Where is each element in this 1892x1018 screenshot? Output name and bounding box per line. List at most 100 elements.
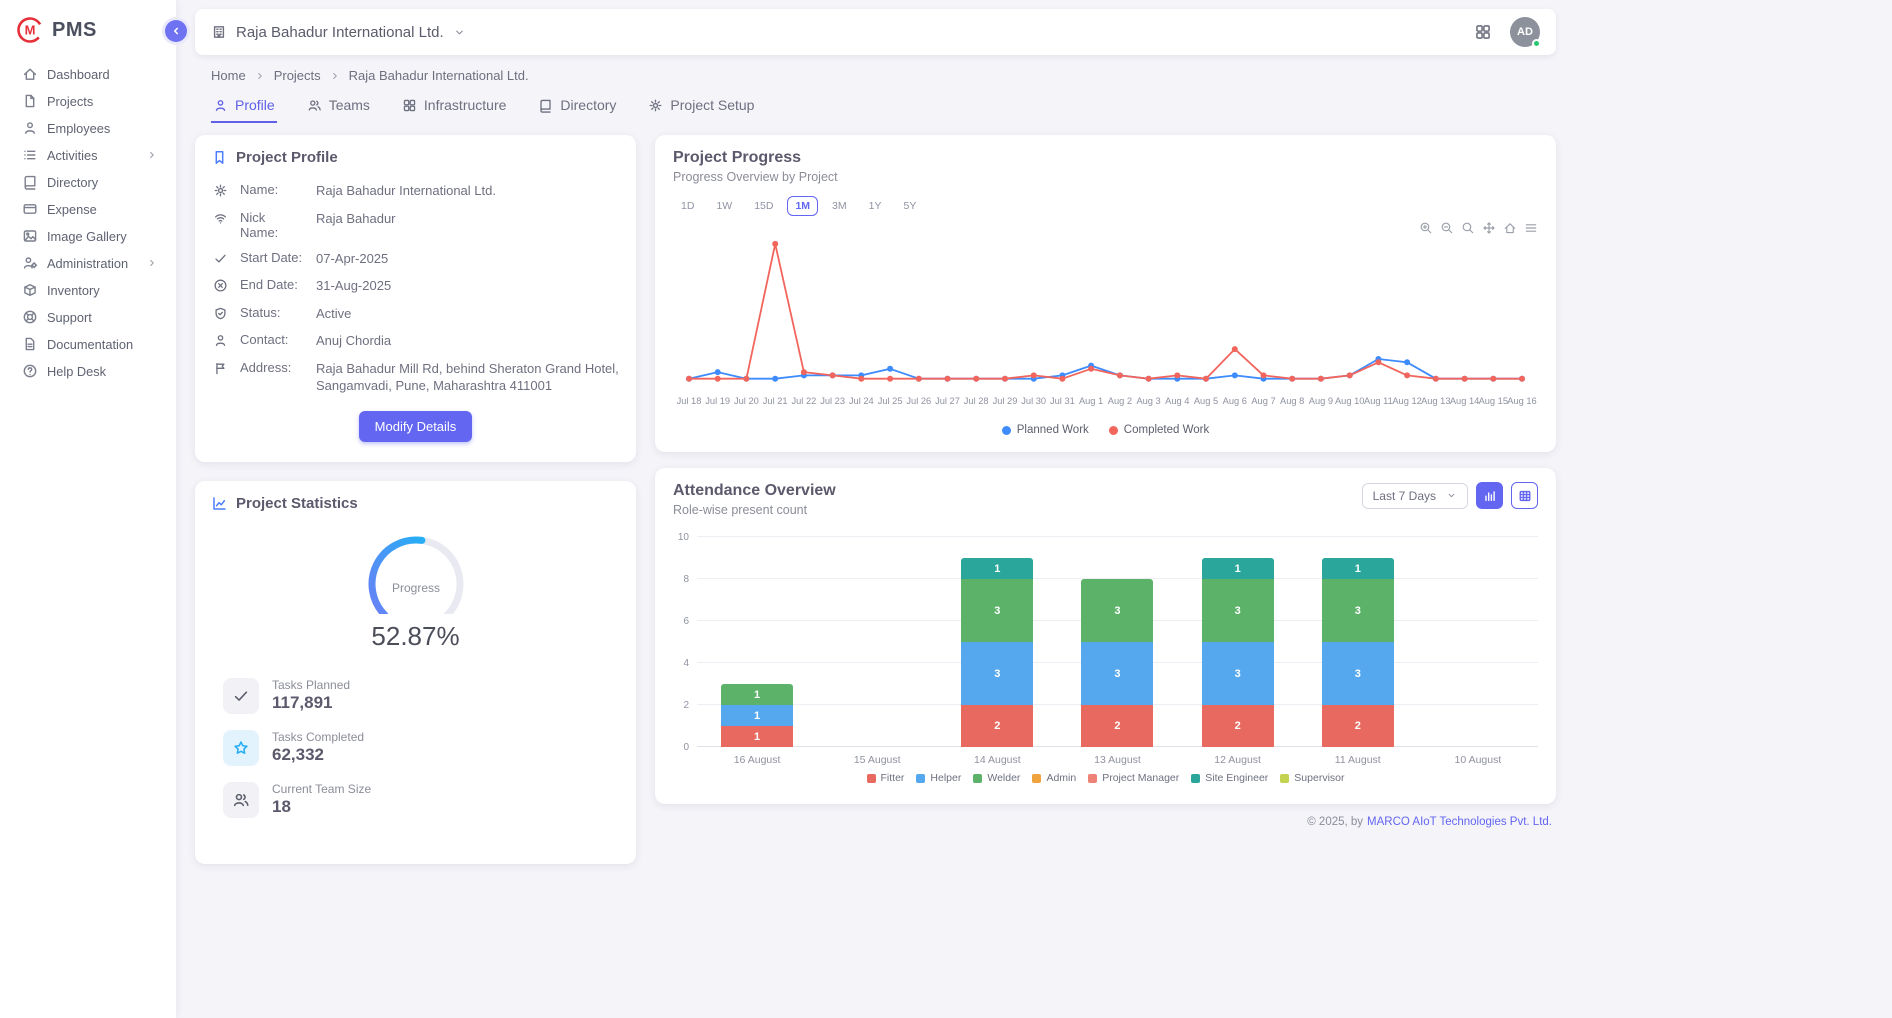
project-statistics-card: Project Statistics bbox=[195, 481, 636, 864]
breadcrumb-item-home[interactable]: Home bbox=[211, 68, 246, 83]
range-15d-button[interactable]: 15D bbox=[746, 196, 781, 216]
modify-details-button[interactable]: Modify Details bbox=[359, 411, 473, 442]
apps-button[interactable] bbox=[1472, 21, 1494, 43]
legend-label: Welder bbox=[987, 772, 1020, 784]
bar-segment-welder[interactable]: 1 bbox=[721, 684, 793, 705]
bar-segment-helper[interactable]: 3 bbox=[1322, 642, 1394, 705]
legend-item-welder[interactable]: Welder bbox=[973, 772, 1020, 784]
field-value: 31-Aug-2025 bbox=[316, 277, 620, 295]
range-1d-button[interactable]: 1D bbox=[673, 196, 702, 216]
bar-segment-helper[interactable]: 3 bbox=[1202, 642, 1274, 705]
tab-directory[interactable]: Directory bbox=[536, 89, 618, 123]
sidebar-item-help-desk[interactable]: Help Desk bbox=[6, 358, 170, 384]
segment-value: 1 bbox=[754, 710, 760, 722]
bar-segment-welder[interactable]: 3 bbox=[1322, 579, 1394, 642]
field-value: Raja Bahadur International Ltd. bbox=[316, 182, 620, 200]
profile-field-name: Name:Raja Bahadur International Ltd. bbox=[211, 182, 620, 200]
legend-item-project-manager[interactable]: Project Manager bbox=[1088, 772, 1179, 784]
legend-item-supervisor[interactable]: Supervisor bbox=[1280, 772, 1344, 784]
footer-company-link[interactable]: MARCO AIoT Technologies Pvt. Ltd. bbox=[1367, 816, 1552, 828]
home-button[interactable] bbox=[1503, 219, 1517, 237]
segment-value: 3 bbox=[1235, 668, 1241, 680]
bar-segment-helper[interactable]: 3 bbox=[1081, 642, 1153, 705]
sidebar-item-dashboard[interactable]: Dashboard bbox=[6, 61, 170, 87]
bar-segment-welder[interactable]: 3 bbox=[961, 579, 1033, 642]
stat-current-team-size: Current Team Size18 bbox=[223, 782, 620, 818]
range-buttons: 1D 1W 15D 1M 3M 1Y5Y bbox=[673, 196, 1538, 216]
range-1m-button[interactable]: 1M bbox=[787, 196, 818, 216]
segment-value: 1 bbox=[754, 731, 760, 743]
sidebar-item-employees[interactable]: Employees bbox=[6, 115, 170, 141]
svg-text:Aug 14: Aug 14 bbox=[1450, 396, 1479, 406]
legend-item-helper[interactable]: Helper bbox=[916, 772, 961, 784]
gauge-label: Progress bbox=[391, 581, 439, 595]
bar-segment-fitter[interactable]: 2 bbox=[1202, 705, 1274, 747]
legend-label: Admin bbox=[1046, 772, 1076, 784]
svg-text:Aug 8: Aug 8 bbox=[1280, 396, 1304, 406]
chart-view-button[interactable] bbox=[1476, 482, 1503, 509]
bar-segment-welder[interactable]: 3 bbox=[1081, 579, 1153, 642]
pan-button[interactable] bbox=[1482, 219, 1496, 237]
line-chart[interactable]: Jul 18Jul 19Jul 20Jul 21Jul 22Jul 23Jul … bbox=[673, 222, 1538, 418]
app-logo[interactable]: M PMS bbox=[0, 0, 176, 60]
bar-segment-helper[interactable]: 1 bbox=[721, 705, 793, 726]
legend-swatch bbox=[1032, 774, 1041, 783]
bar-chart[interactable]: 0246810 111233123323312331 bbox=[673, 537, 1538, 747]
range-3m-button[interactable]: 3M bbox=[824, 196, 855, 216]
sidebar-item-image-gallery[interactable]: Image Gallery bbox=[6, 223, 170, 249]
progress-chart-title: Project Progress bbox=[673, 149, 1538, 167]
range-1y-button[interactable]: 1Y bbox=[861, 196, 890, 216]
tab-teams[interactable]: Teams bbox=[305, 89, 372, 123]
tab-project-setup[interactable]: Project Setup bbox=[646, 89, 756, 123]
tab-profile[interactable]: Profile bbox=[211, 89, 277, 123]
bar-chart-legend: Fitter Helper Welder Admin Project Manager Si… bbox=[673, 772, 1538, 784]
table-view-button[interactable] bbox=[1511, 482, 1538, 509]
legend-item-site-engineer[interactable]: Site Engineer bbox=[1191, 772, 1268, 784]
bar-segment-site-engineer[interactable]: 1 bbox=[1322, 558, 1394, 579]
zoom-out-button[interactable] bbox=[1440, 219, 1454, 237]
legend-item-fitter[interactable]: Fitter bbox=[867, 772, 905, 784]
bar-segment-site-engineer[interactable]: 1 bbox=[1202, 558, 1274, 579]
zoom-in-button[interactable] bbox=[1419, 219, 1433, 237]
company-selector[interactable]: Raja Bahadur International Ltd. bbox=[211, 24, 466, 41]
bar-segment-fitter[interactable]: 2 bbox=[1322, 705, 1394, 747]
menu-icon bbox=[1524, 221, 1538, 235]
search-button[interactable] bbox=[1461, 219, 1475, 237]
tab-label: Infrastructure bbox=[424, 97, 506, 113]
breadcrumb-item-projects[interactable]: Projects bbox=[274, 68, 321, 83]
sidebar-item-inventory[interactable]: Inventory bbox=[6, 277, 170, 303]
sidebar-collapse-button[interactable] bbox=[165, 20, 187, 42]
support-icon bbox=[22, 309, 38, 325]
bar-segment-helper[interactable]: 3 bbox=[961, 642, 1033, 705]
sidebar-item-support[interactable]: Support bbox=[6, 304, 170, 330]
legend-label: Fitter bbox=[881, 772, 905, 784]
legend-label: Completed Work bbox=[1124, 424, 1209, 436]
tab-infrastructure[interactable]: Infrastructure bbox=[400, 89, 508, 123]
menu-button[interactable] bbox=[1524, 219, 1538, 237]
legend-item-planned-work[interactable]: Planned Work bbox=[1002, 424, 1089, 436]
stat-label: Tasks Completed bbox=[272, 730, 364, 744]
breadcrumb: HomeProjectsRaja Bahadur International L… bbox=[211, 68, 1556, 83]
segment-value: 3 bbox=[994, 605, 1000, 617]
bar-segment-fitter[interactable]: 2 bbox=[961, 705, 1033, 747]
attendance-range-select[interactable]: Last 7 Days bbox=[1362, 483, 1468, 509]
legend-item-admin[interactable]: Admin bbox=[1032, 772, 1076, 784]
y-tick-label: 0 bbox=[683, 742, 689, 753]
user-avatar[interactable]: AD bbox=[1510, 17, 1540, 47]
sidebar-item-activities[interactable]: Activities bbox=[6, 142, 170, 168]
bar-segment-fitter[interactable]: 2 bbox=[1081, 705, 1153, 747]
field-value: Raja Bahadur Mill Rd, behind Sheraton Gr… bbox=[316, 360, 620, 395]
sidebar-item-expense[interactable]: Expense bbox=[6, 196, 170, 222]
bar-segment-fitter[interactable]: 1 bbox=[721, 726, 793, 747]
sidebar-item-administration[interactable]: Administration bbox=[6, 250, 170, 276]
sidebar-item-projects[interactable]: Projects bbox=[6, 88, 170, 114]
range-1w-button[interactable]: 1W bbox=[708, 196, 740, 216]
bar-segment-site-engineer[interactable]: 1 bbox=[961, 558, 1033, 579]
bar-segment-welder[interactable]: 3 bbox=[1202, 579, 1274, 642]
bar-chart-icon bbox=[1483, 489, 1497, 503]
check-icon bbox=[232, 687, 250, 705]
sidebar-item-documentation[interactable]: Documentation bbox=[6, 331, 170, 357]
sidebar-item-directory[interactable]: Directory bbox=[6, 169, 170, 195]
legend-item-completed-work[interactable]: Completed Work bbox=[1109, 424, 1209, 436]
range-5y-button[interactable]: 5Y bbox=[895, 196, 924, 216]
